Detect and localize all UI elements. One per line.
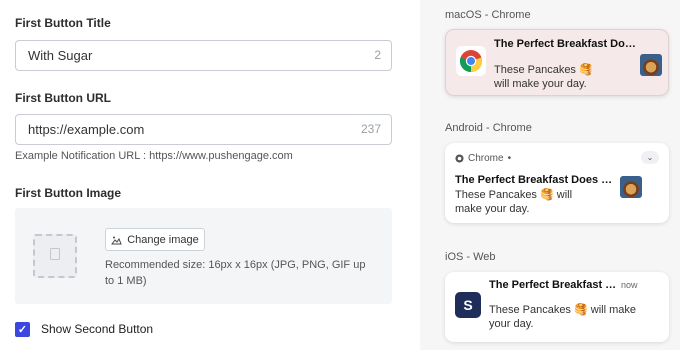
button-url-input[interactable]: https://example.com 237 (15, 114, 392, 145)
file-icon (50, 248, 60, 260)
mac-notification-body: These Pancakes 🥞 will make your day. (494, 64, 593, 90)
chevron-down-icon[interactable]: ⌄ (641, 151, 659, 164)
button-url-char-count: 237 (360, 122, 381, 136)
android-preview-title: Android - Chrome (445, 122, 532, 134)
show-second-button-checkbox[interactable]: ✓ (15, 322, 30, 337)
ios-notification-title: The Perfect Breakfast Does Exist (489, 279, 617, 291)
mac-notification-title: The Perfect Breakfast Does Exist (494, 38, 638, 50)
button-url-value: https://example.com (28, 122, 145, 137)
android-app-row: Chrome • (455, 153, 511, 164)
notification-form: First Button Title With Sugar 2 First Bu… (0, 0, 420, 350)
ios-notification-body: These Pancakes 🥞 will make your day. (489, 304, 636, 330)
chrome-logo-icon (456, 46, 486, 76)
android-app-name: Chrome (468, 153, 504, 164)
recommended-size-text: Recommended size: 16px x 16px (JPG, PNG,… (105, 259, 366, 287)
button-title-char-count: 2 (374, 48, 381, 62)
button-title-label: First Button Title (15, 16, 111, 30)
chrome-small-icon (455, 154, 464, 163)
preview-panel: macOS - Chrome The Perfect Breakfast Doe… (420, 0, 680, 350)
check-icon: ✓ (17, 324, 28, 336)
android-app-dot: • (507, 153, 512, 164)
image-placeholder[interactable] (33, 234, 77, 278)
android-notification-image (620, 176, 642, 198)
ios-notification-time: now (621, 280, 638, 290)
button-image-label: First Button Image (15, 186, 122, 200)
button-url-label: First Button URL (15, 91, 111, 105)
button-title-value: With Sugar (28, 48, 93, 63)
ios-notification-card: S The Perfect Breakfast Does Exist now T… (445, 272, 669, 342)
example-url-hint: Example Notification URL : https://www.p… (15, 150, 293, 162)
ios-preview-title: iOS - Web (445, 251, 496, 263)
change-image-button[interactable]: Change image (105, 228, 205, 251)
show-second-button-label: Show Second Button (41, 322, 154, 336)
button-image-panel: Change image Recommended size: 16px x 16… (15, 208, 392, 304)
android-notification-card: Chrome • ⌄ The Perfect Breakfast Does Ex… (445, 143, 669, 223)
image-icon (111, 236, 122, 244)
mac-notification-image (640, 54, 662, 76)
mac-notification-card: The Perfect Breakfast Does Exist These P… (445, 29, 669, 96)
android-notification-body: These Pancakes 🥞 will make your day. (455, 189, 573, 215)
mac-preview-title: macOS - Chrome (445, 9, 531, 21)
ios-app-icon: S (455, 292, 481, 318)
change-image-label: Change image (127, 233, 199, 246)
android-notification-title: The Perfect Breakfast Does Exist (455, 174, 615, 186)
button-title-input[interactable]: With Sugar 2 (15, 40, 392, 71)
